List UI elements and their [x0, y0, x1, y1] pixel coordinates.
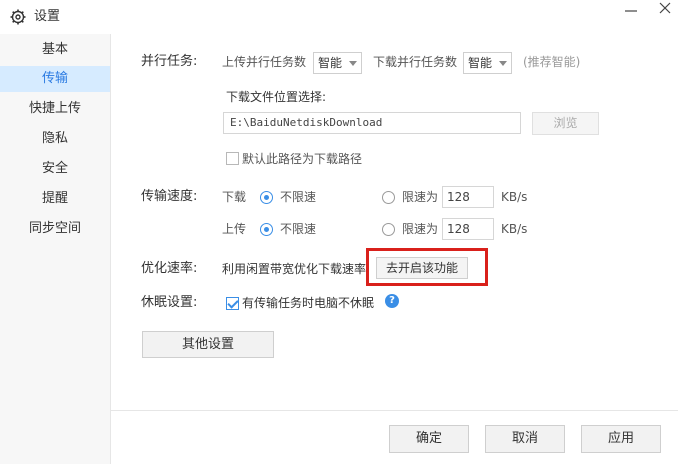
download-unlimited-radio[interactable] [260, 191, 273, 204]
upload-parallel-select[interactable]: 智能 [313, 52, 362, 74]
upload-limit-label: 限速为 [402, 222, 439, 236]
window-title: 设置 [34, 9, 61, 24]
gear-icon [10, 9, 26, 25]
upload-unlimited-radio[interactable] [260, 223, 273, 236]
parallel-tasks-label: 并行任务: [141, 54, 198, 69]
close-icon[interactable] [658, 2, 672, 14]
transfer-speed-label: 传输速度: [141, 189, 198, 204]
highlight-box [366, 248, 488, 286]
cancel-button[interactable]: 取消 [485, 425, 565, 453]
sleep-settings-label: 休眠设置: [141, 295, 198, 310]
download-unit: KB/s [501, 190, 528, 204]
apply-button[interactable]: 应用 [581, 425, 661, 453]
default-path-checkbox[interactable] [226, 152, 239, 165]
other-settings-button[interactable]: 其他设置 [142, 331, 274, 358]
sidebar-item-basic[interactable]: 基本 [0, 37, 110, 63]
sidebar-item-quick-upload[interactable]: 快捷上传 [0, 96, 110, 122]
download-limit-label: 限速为 [402, 190, 439, 204]
footer-divider [111, 410, 678, 411]
browse-button[interactable]: 浏览 [532, 112, 599, 135]
upload-speed-label: 上传 [222, 222, 247, 236]
chevron-down-icon [499, 61, 507, 66]
download-parallel-value: 智能 [468, 56, 493, 70]
download-parallel-label: 下载并行任务数 [373, 55, 458, 69]
no-sleep-checkbox[interactable] [226, 297, 239, 310]
upload-limit-input[interactable]: 128 [442, 218, 494, 240]
sidebar-item-reminder[interactable]: 提醒 [0, 186, 110, 212]
sidebar-item-sync-space[interactable]: 同步空间 [0, 216, 110, 242]
sidebar-item-security[interactable]: 安全 [0, 156, 110, 182]
download-unlimited-label: 不限速 [280, 190, 317, 204]
no-sleep-label: 有传输任务时电脑不休眠 [242, 296, 375, 310]
ok-button[interactable]: 确定 [389, 425, 469, 453]
chevron-down-icon [349, 61, 357, 66]
sidebar-item-transfer[interactable]: 传输 [0, 66, 110, 92]
help-icon[interactable]: ? [385, 294, 399, 308]
download-path-input[interactable]: E:\BaiduNetdiskDownload [223, 112, 521, 134]
upload-parallel-value: 智能 [318, 56, 343, 70]
optimize-speed-label: 优化速率: [141, 261, 198, 276]
title-bar: 设置 [0, 0, 678, 34]
sidebar-item-privacy[interactable]: 隐私 [0, 126, 110, 152]
download-parallel-select[interactable]: 智能 [463, 52, 512, 74]
download-location-label: 下载文件位置选择: [226, 90, 327, 104]
download-speed-label: 下载 [222, 190, 247, 204]
upload-unlimited-label: 不限速 [280, 222, 317, 236]
upload-limit-radio[interactable] [382, 223, 395, 236]
parallel-hint: (推荐智能) [523, 55, 581, 69]
download-limit-radio[interactable] [382, 191, 395, 204]
optimize-speed-text: 利用闲置带宽优化下载速率 [222, 262, 367, 276]
default-path-label: 默认此路径为下载路径 [242, 152, 363, 166]
download-limit-input[interactable]: 128 [442, 186, 494, 208]
upload-unit: KB/s [501, 222, 528, 236]
upload-parallel-label: 上传并行任务数 [222, 55, 307, 69]
minimize-icon[interactable] [624, 5, 638, 13]
